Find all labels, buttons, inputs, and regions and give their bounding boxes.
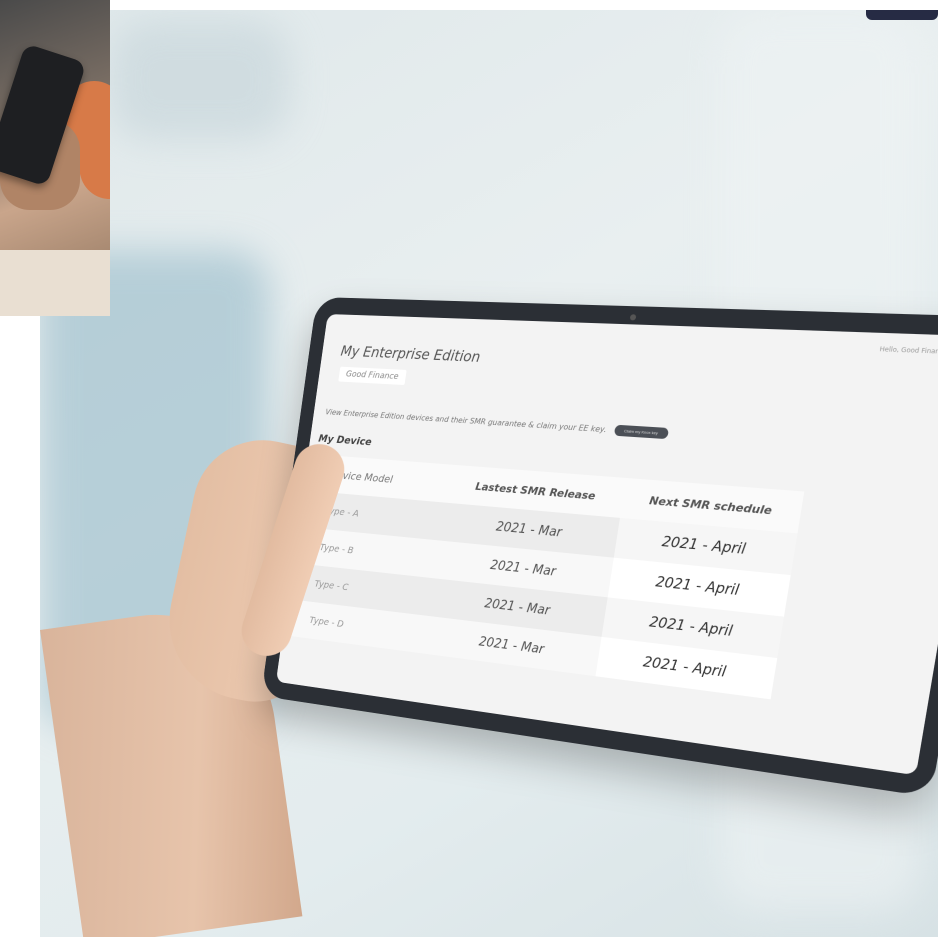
page-title: My Enterprise Edition bbox=[339, 342, 482, 366]
photo-background: Hello, Good Finance! My Enterprise Editi… bbox=[40, 10, 938, 937]
tablet: Hello, Good Finance! My Enterprise Editi… bbox=[260, 297, 938, 798]
company-name: Good Finance bbox=[338, 366, 407, 386]
intro-text: View Enterprise Edition devices and thei… bbox=[325, 407, 608, 435]
user-greeting: Hello, Good Finance! bbox=[878, 342, 938, 361]
inset-desk bbox=[0, 250, 110, 316]
device-table: Device Model Lastest SMR Release Next SM… bbox=[288, 454, 805, 700]
claim-key-button[interactable]: Claim my Knox key bbox=[613, 424, 669, 440]
background-blur-grey bbox=[110, 20, 290, 140]
corner-badge bbox=[866, 10, 938, 20]
intro-line: View Enterprise Edition devices and thei… bbox=[325, 407, 669, 440]
inset-photo bbox=[0, 0, 110, 316]
greeting-text: Hello, Good Finance! bbox=[879, 345, 938, 356]
